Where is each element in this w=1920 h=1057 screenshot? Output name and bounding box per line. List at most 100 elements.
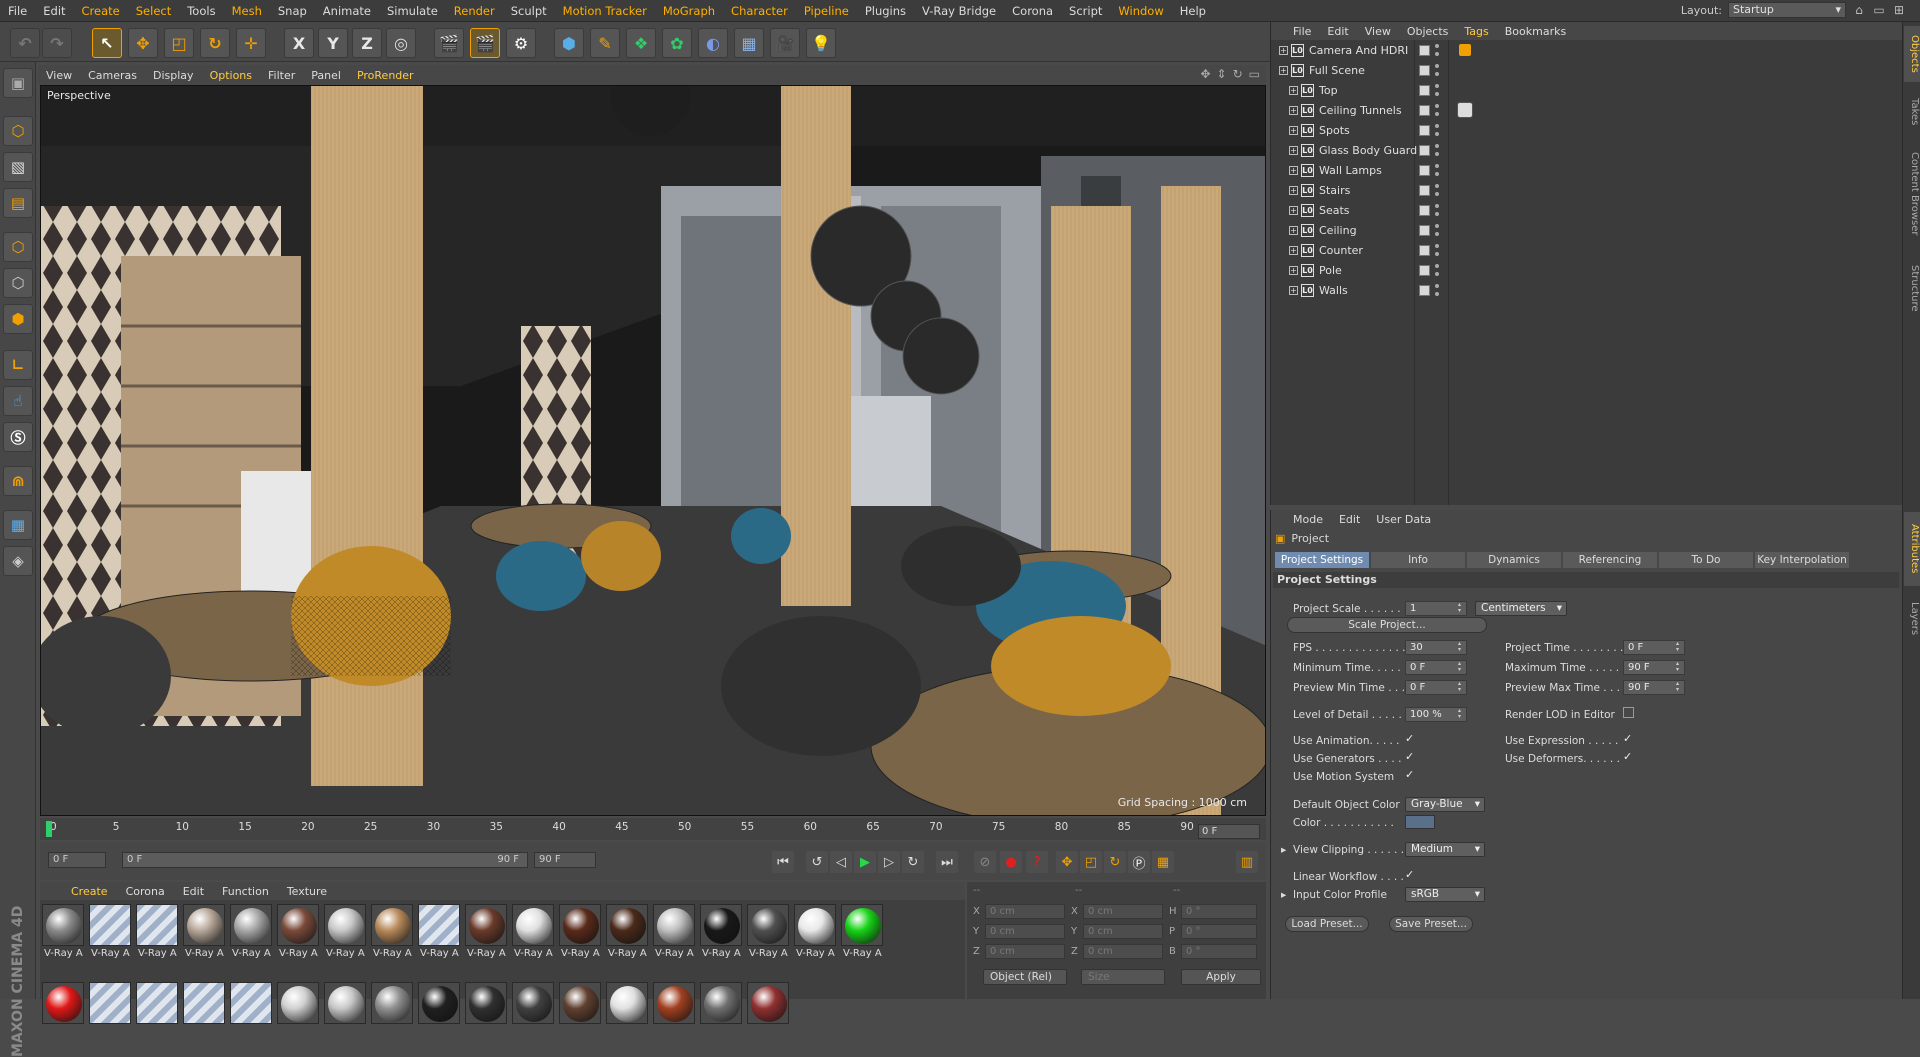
material-menu-edit[interactable]: Edit xyxy=(174,885,213,898)
side-tab-structure[interactable]: Structure xyxy=(1904,254,1920,322)
layer-checkbox[interactable] xyxy=(1419,45,1430,56)
preview-min-time-field[interactable]: 0 F xyxy=(1405,680,1467,695)
render-visibility-dot[interactable] xyxy=(1435,72,1439,76)
rotation-field[interactable]: 0 ° xyxy=(1181,924,1257,939)
polygons-mode-icon[interactable]: ⬢ xyxy=(3,304,33,334)
render-lod-checkbox[interactable] xyxy=(1623,707,1634,718)
next-key-icon[interactable]: ↻ xyxy=(902,851,924,873)
object-menu-tags[interactable]: Tags xyxy=(1456,25,1496,38)
use-generators-checkbox[interactable]: ✓ xyxy=(1405,751,1416,763)
material-swatch[interactable]: V-Ray A xyxy=(559,904,601,959)
material-swatch[interactable]: V-Ray A xyxy=(89,904,131,959)
object-menu-edit[interactable]: Edit xyxy=(1319,25,1356,38)
editor-visibility-dot[interactable] xyxy=(1435,84,1439,88)
move-icon[interactable]: ✥ xyxy=(128,28,158,58)
material-swatch[interactable]: V-Ray A xyxy=(42,904,84,959)
next-frame-icon[interactable]: ▷ xyxy=(878,851,900,873)
coordinate-system-icon[interactable]: ◎ xyxy=(386,28,416,58)
expand-icon[interactable]: + xyxy=(1289,126,1298,135)
expand-icon[interactable]: + xyxy=(1289,266,1298,275)
minimum-time-field[interactable]: 0 F xyxy=(1405,660,1467,675)
material-swatch[interactable] xyxy=(183,982,225,1024)
scale-icon[interactable]: ◰ xyxy=(164,28,194,58)
object-row[interactable]: + L0 Top xyxy=(1271,82,1903,100)
viewport-menu-display[interactable]: Display xyxy=(145,69,202,82)
object-name[interactable]: Wall Lamps xyxy=(1319,164,1382,177)
editor-visibility-dot[interactable] xyxy=(1435,104,1439,108)
tab-project-settings[interactable]: Project Settings xyxy=(1275,552,1369,568)
material-swatch[interactable]: V-Ray A xyxy=(700,904,742,959)
dock-icon[interactable]: ▭ xyxy=(1872,3,1886,17)
record-active-icon[interactable]: ● xyxy=(1000,851,1022,873)
position-field[interactable]: 0 cm xyxy=(985,924,1065,939)
cloner-icon[interactable]: ✿ xyxy=(662,28,692,58)
snap-icon[interactable]: Ⓢ xyxy=(3,422,33,452)
material-menu-create[interactable]: Create xyxy=(62,885,117,898)
object-row[interactable]: + L0 Ceiling Tunnels xyxy=(1271,102,1903,120)
editor-visibility-dot[interactable] xyxy=(1435,144,1439,148)
expand-icon[interactable]: + xyxy=(1289,246,1298,255)
size-field[interactable]: 0 cm xyxy=(1083,904,1163,919)
object-name[interactable]: Seats xyxy=(1319,204,1350,217)
editor-visibility-dot[interactable] xyxy=(1435,224,1439,228)
viewport-menu-filter[interactable]: Filter xyxy=(260,69,303,82)
rotate-view-icon[interactable]: ↻ xyxy=(1233,67,1243,81)
expand-icon[interactable]: + xyxy=(1289,106,1298,115)
use-deformers-checkbox[interactable]: ✓ xyxy=(1623,751,1634,763)
layer-checkbox[interactable] xyxy=(1419,145,1430,156)
tab-dynamics[interactable]: Dynamics xyxy=(1467,552,1561,568)
menu-simulate[interactable]: Simulate xyxy=(379,4,446,18)
tab-to-do[interactable]: To Do xyxy=(1659,552,1753,568)
object-row[interactable]: + L0 Spots xyxy=(1271,122,1903,140)
scale-project-button[interactable]: Scale Project... xyxy=(1287,617,1487,633)
expand-icon[interactable]: + xyxy=(1289,206,1298,215)
expand-icon[interactable]: + xyxy=(1289,146,1298,155)
key-scale-icon[interactable]: ◰ xyxy=(1080,851,1102,873)
material-swatch[interactable]: V-Ray A xyxy=(418,904,460,959)
layout-dropdown[interactable]: Startup xyxy=(1728,2,1846,18)
timeline-ruler[interactable]: 0 5 10 15 20 25 30 35 40 45 50 55 60 65 70 75 80 85 90 0 F xyxy=(40,818,1266,840)
size-field[interactable]: 0 cm xyxy=(1083,944,1163,959)
object-name[interactable]: Top xyxy=(1319,84,1338,97)
material-swatch[interactable] xyxy=(559,982,601,1024)
object-row[interactable]: + L0 Full Scene xyxy=(1271,62,1903,80)
previous-key-icon[interactable]: ↺ xyxy=(806,851,828,873)
save-preset-button[interactable]: Save Preset... xyxy=(1389,916,1473,932)
menu-script[interactable]: Script xyxy=(1061,4,1110,18)
undo-button[interactable]: ↶ xyxy=(10,28,40,58)
material-swatch[interactable] xyxy=(653,982,695,1024)
play-icon[interactable]: ▶ xyxy=(854,851,876,873)
home-icon[interactable]: ⌂ xyxy=(1852,3,1866,17)
floor-icon[interactable]: ▦ xyxy=(734,28,764,58)
object-row[interactable]: + L0 Camera And HDRI xyxy=(1271,42,1903,60)
tab-referencing[interactable]: Referencing xyxy=(1563,552,1657,568)
object-name[interactable]: Spots xyxy=(1319,124,1350,137)
record-icon[interactable]: ⊘ xyxy=(974,851,996,873)
use-motion-system-checkbox[interactable]: ✓ xyxy=(1405,769,1416,781)
object-name[interactable]: Ceiling Tunnels xyxy=(1319,104,1402,117)
render-visibility-dot[interactable] xyxy=(1435,52,1439,56)
make-editable-icon[interactable]: ▣ xyxy=(3,68,33,98)
render-visibility-dot[interactable] xyxy=(1435,172,1439,176)
x-axis-button[interactable]: X xyxy=(284,28,314,58)
material-swatch[interactable] xyxy=(230,982,272,1024)
material-swatch[interactable]: V-Ray A xyxy=(606,904,648,959)
material-swatch[interactable]: V-Ray A xyxy=(230,904,272,959)
cube-icon[interactable]: ⬢ xyxy=(554,28,584,58)
object-menu-bookmarks[interactable]: Bookmarks xyxy=(1497,25,1574,38)
end-frame-field[interactable]: 90 F xyxy=(534,852,596,868)
menu-sculpt[interactable]: Sculpt xyxy=(503,4,555,18)
render-visibility-dot[interactable] xyxy=(1435,232,1439,236)
edges-mode-icon[interactable]: ⬡ xyxy=(3,268,33,298)
attribute-menu-user-data[interactable]: User Data xyxy=(1368,513,1439,526)
object-row[interactable]: + L0 Pole xyxy=(1271,262,1903,280)
object-row[interactable]: + L0 Counter xyxy=(1271,242,1903,260)
menu-pipeline[interactable]: Pipeline xyxy=(796,4,857,18)
toggle-view-icon[interactable]: ▭ xyxy=(1249,67,1260,81)
input-color-profile-expand-icon[interactable]: ▸ xyxy=(1281,889,1286,901)
level-of-detail-field[interactable]: 100 % xyxy=(1405,707,1467,722)
viewport-menu-prorender[interactable]: ProRender xyxy=(349,69,422,82)
solo-icon[interactable]: ▦ xyxy=(3,510,33,540)
apply-button[interactable]: Apply xyxy=(1181,969,1261,985)
size-field[interactable]: 0 cm xyxy=(1083,924,1163,939)
